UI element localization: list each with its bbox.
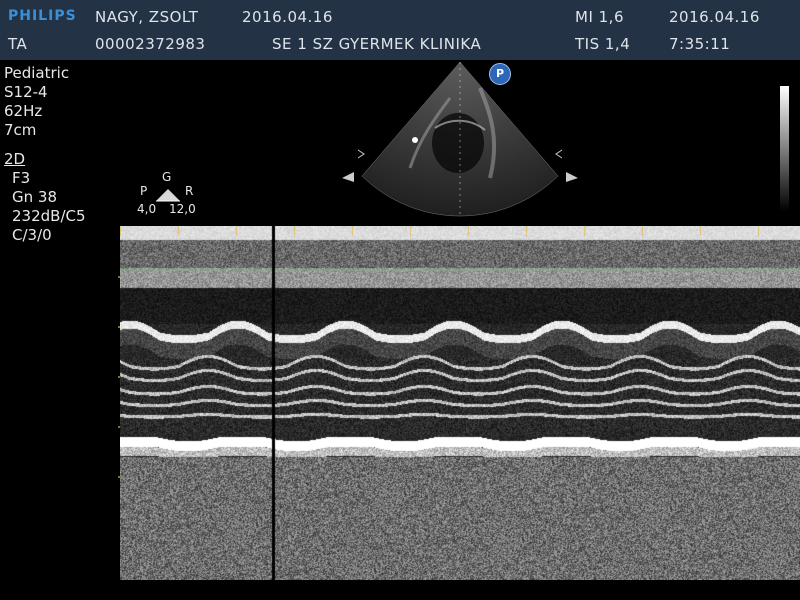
depth-label: 7cm bbox=[4, 121, 37, 139]
compression-label: C/3/0 bbox=[12, 226, 52, 244]
m-mode-canvas bbox=[120, 226, 800, 580]
mechanical-index: MI 1,6 bbox=[575, 8, 624, 26]
grayscale-bar bbox=[780, 86, 789, 211]
triangle-icon bbox=[156, 189, 180, 202]
current-date: 2016.04.16 bbox=[669, 8, 760, 26]
preset-label: Pediatric bbox=[4, 64, 70, 82]
mode-label: 2D bbox=[4, 150, 26, 168]
orientation-value-left: 4,0 bbox=[137, 202, 157, 216]
patient-name: NAGY, ZSOLT bbox=[95, 8, 199, 26]
probe-label: S12-4 bbox=[4, 83, 48, 101]
patient-id: 00002372983 bbox=[95, 35, 206, 53]
frequency-label: F3 bbox=[12, 169, 31, 187]
orientation-g-label: G bbox=[162, 170, 172, 184]
2d-sector-image bbox=[342, 61, 578, 217]
exam-date: 2016.04.16 bbox=[242, 8, 333, 26]
orientation-p-label: P bbox=[140, 184, 148, 198]
institution-name: SE 1 SZ GYERMEK KLINIKA bbox=[272, 35, 482, 53]
probe-p-icon: P bbox=[489, 63, 511, 85]
brand-logo: PHILIPS bbox=[8, 8, 77, 24]
study-code: TA bbox=[8, 35, 28, 53]
dynamic-range-label: 232dB/C5 bbox=[12, 207, 86, 225]
m-mode-trace bbox=[120, 226, 800, 580]
thermal-index: TIS 1,4 bbox=[575, 35, 631, 53]
orientation-marker: G P R 4,0 12,0 bbox=[137, 170, 199, 218]
patient-info-header: PHILIPS TA NAGY, ZSOLT 00002372983 2016.… bbox=[0, 0, 800, 60]
frame-rate-label: 62Hz bbox=[4, 102, 43, 120]
current-time: 7:35:11 bbox=[669, 35, 731, 53]
imaging-parameters-panel: Pediatric S12-4 62Hz 7cm 2D F3 Gn 38 232… bbox=[4, 64, 86, 245]
orientation-value-right: 12,0 bbox=[169, 202, 196, 216]
orientation-r-label: R bbox=[185, 184, 194, 198]
gain-label: Gn 38 bbox=[12, 188, 57, 206]
